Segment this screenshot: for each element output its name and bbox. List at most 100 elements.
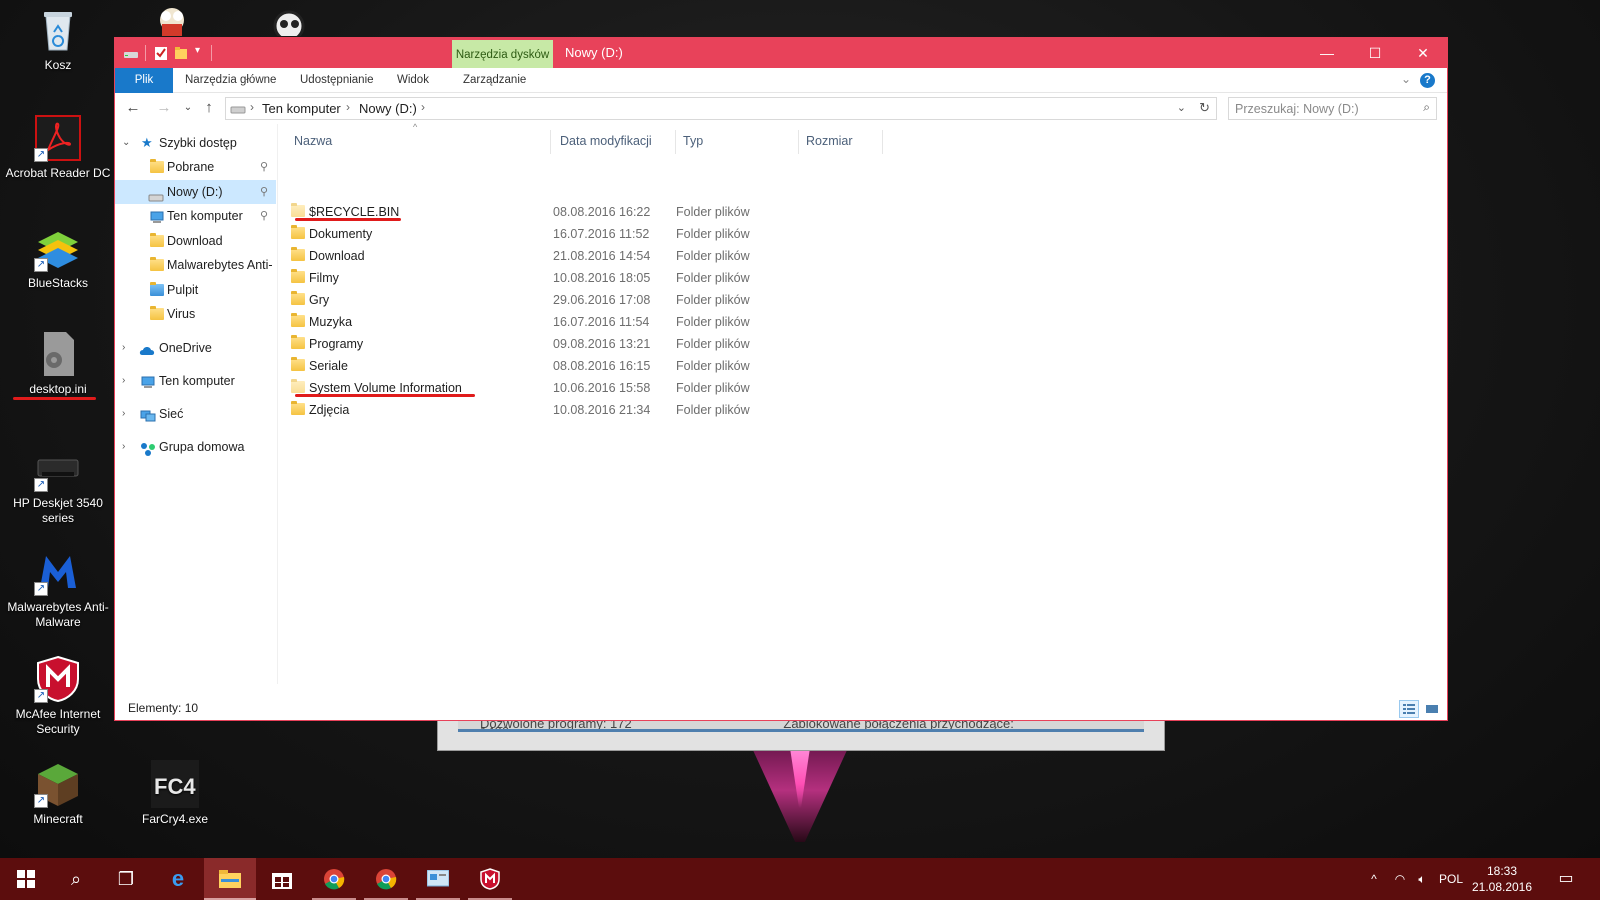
language-indicator[interactable]: POL bbox=[1436, 858, 1466, 900]
file-list: Nazwa ^ Data modyfikacji Typ Rozmiar $RE… bbox=[285, 122, 1435, 684]
show-hidden-icons-chevron-icon[interactable]: ^ bbox=[1364, 858, 1384, 900]
nav-drive-d[interactable]: Nowy (D:) ⚲ bbox=[115, 180, 276, 204]
desktop-icon-farcry4[interactable]: FC4 FarCry4.exe bbox=[122, 760, 228, 827]
breadcrumb-drive-d[interactable]: Nowy (D:) bbox=[359, 101, 417, 116]
recent-locations-icon[interactable]: ⌄ bbox=[179, 99, 197, 117]
file-row[interactable]: Seriale 08.08.2016 16:15 Folder plików bbox=[291, 355, 881, 377]
expand-chevron-icon[interactable]: › bbox=[122, 435, 125, 459]
malwarebytes-icon: ↗ bbox=[34, 548, 82, 596]
media-app-icon[interactable] bbox=[264, 8, 314, 42]
column-divider[interactable] bbox=[798, 130, 799, 154]
desktop-icon-acrobat[interactable]: ↗ Acrobat Reader DC bbox=[5, 114, 111, 181]
column-header-name[interactable]: Nazwa bbox=[294, 124, 332, 158]
task-view-icon[interactable]: ❐ bbox=[100, 858, 152, 900]
desktop-icon-recycle-bin[interactable]: Kosz bbox=[5, 6, 111, 73]
volume-icon[interactable]: 🔈︎ bbox=[1412, 858, 1432, 900]
properties-icon[interactable] bbox=[153, 45, 169, 61]
file-row[interactable]: Download 21.08.2016 14:54 Folder plików bbox=[291, 245, 881, 267]
title-bar[interactable]: ▾ Narzędzia dysków Nowy (D:) — ☐ ✕ bbox=[115, 38, 1447, 68]
expand-chevron-icon[interactable]: › bbox=[122, 336, 125, 360]
column-header-type[interactable]: Typ bbox=[683, 124, 703, 158]
tab-share[interactable]: Udostępnianie bbox=[300, 68, 374, 93]
clock[interactable]: 18:33 21.08.2016 bbox=[1467, 863, 1537, 895]
column-divider[interactable] bbox=[675, 130, 676, 154]
context-tab-disk-tools[interactable]: Narzędzia dysków bbox=[452, 40, 553, 68]
nav-malwarebytes[interactable]: Malwarebytes Anti- bbox=[115, 253, 276, 277]
desktop-icon-mcafee[interactable]: ↗ McAfee Internet Security bbox=[5, 655, 111, 737]
search-input[interactable] bbox=[1235, 100, 1410, 117]
new-folder-icon[interactable] bbox=[173, 45, 189, 61]
store-icon[interactable] bbox=[256, 858, 308, 900]
address-dropdown-icon[interactable]: ⌄ bbox=[1177, 101, 1186, 114]
column-divider[interactable] bbox=[882, 130, 883, 154]
file-row[interactable]: Zdjęcia 10.08.2016 21:34 Folder plików bbox=[291, 399, 881, 421]
nav-download[interactable]: Download bbox=[115, 229, 276, 253]
desktop-icon-malwarebytes[interactable]: ↗ Malwarebytes Anti-Malware bbox=[5, 548, 111, 630]
chrome-icon[interactable] bbox=[308, 858, 360, 900]
tab-home[interactable]: Narzędzia główne bbox=[185, 68, 276, 93]
edge-icon[interactable]: e bbox=[152, 858, 204, 900]
file-row[interactable]: Gry 29.06.2016 17:08 Folder plików bbox=[291, 289, 881, 311]
file-row[interactable]: Programy 09.08.2016 13:21 Folder plików bbox=[291, 333, 881, 355]
network-wifi-icon[interactable]: ◠ bbox=[1390, 858, 1410, 900]
nav-downloads[interactable]: Pobrane ⚲ bbox=[115, 155, 276, 179]
drive-icon bbox=[230, 103, 246, 118]
column-divider[interactable] bbox=[550, 130, 551, 154]
nav-quick-access[interactable]: ⌄ ★ Szybki dostęp bbox=[115, 131, 276, 155]
address-field[interactable]: › Ten komputer › Nowy (D:) › ⌄ ↻ bbox=[225, 97, 1217, 120]
desktop-icon-bluestacks[interactable]: ↗ BlueStacks bbox=[5, 224, 111, 291]
search-box[interactable]: ⌕ bbox=[1228, 97, 1437, 120]
close-button[interactable]: ✕ bbox=[1399, 38, 1447, 68]
nav-virus[interactable]: Virus bbox=[115, 302, 276, 326]
large-icons-view-button[interactable] bbox=[1422, 700, 1442, 718]
mcafee-icon[interactable] bbox=[464, 858, 516, 900]
file-date: 08.08.2016 16:22 bbox=[553, 205, 651, 219]
column-header-size[interactable]: Rozmiar bbox=[806, 124, 853, 158]
refresh-icon[interactable]: ↻ bbox=[1199, 100, 1210, 116]
column-header-date[interactable]: Data modyfikacji bbox=[560, 124, 652, 158]
qat-dropdown-icon[interactable]: ▾ bbox=[195, 45, 200, 61]
drive-quick-icon[interactable] bbox=[123, 45, 139, 61]
minimize-button[interactable]: — bbox=[1303, 38, 1351, 68]
expand-chevron-icon[interactable]: › bbox=[122, 402, 125, 426]
search-icon[interactable]: ⌕ bbox=[50, 858, 102, 900]
pin-icon[interactable]: ⚲ bbox=[260, 180, 268, 204]
desktop-icon-hp-deskjet[interactable]: ↗ HP Deskjet 3540 series bbox=[5, 444, 111, 526]
popcorn-app-icon[interactable] bbox=[152, 6, 192, 36]
pin-icon[interactable]: ⚲ bbox=[260, 204, 268, 228]
collapse-chevron-icon[interactable]: ⌄ bbox=[122, 131, 130, 155]
file-explorer-icon[interactable] bbox=[204, 858, 256, 900]
nav-network[interactable]: › Sieć bbox=[115, 402, 276, 426]
up-arrow-icon[interactable]: ↑ bbox=[200, 99, 218, 117]
breadcrumb-this-pc[interactable]: Ten komputer bbox=[262, 101, 341, 116]
search-icon[interactable]: ⌕ bbox=[1423, 100, 1430, 115]
file-row[interactable]: Dokumenty 16.07.2016 11:52 Folder plików bbox=[291, 223, 881, 245]
action-center-icon[interactable]: ▭ bbox=[1552, 858, 1580, 900]
folder-icon bbox=[291, 203, 305, 217]
control-panel-icon[interactable] bbox=[412, 858, 464, 900]
maximize-button[interactable]: ☐ bbox=[1351, 38, 1399, 68]
chrome-icon[interactable] bbox=[360, 858, 412, 900]
nav-desktop[interactable]: Pulpit bbox=[115, 278, 276, 302]
nav-this-pc[interactable]: › Ten komputer bbox=[115, 369, 276, 393]
forward-arrow-icon[interactable]: → bbox=[155, 99, 173, 117]
desktop-icon-desktop-ini[interactable]: desktop.ini bbox=[5, 330, 111, 397]
nav-homegroup[interactable]: › Grupa domowa bbox=[115, 435, 276, 459]
desktop-icon-minecraft[interactable]: ↗ Minecraft bbox=[5, 760, 111, 827]
file-row[interactable]: Filmy 10.08.2016 18:05 Folder plików bbox=[291, 267, 881, 289]
help-icon[interactable]: ? bbox=[1420, 73, 1435, 88]
expand-chevron-icon[interactable]: › bbox=[122, 369, 125, 393]
nav-this-pc-pinned[interactable]: Ten komputer ⚲ bbox=[115, 204, 276, 228]
back-arrow-icon[interactable]: ← bbox=[124, 99, 142, 117]
expand-ribbon-icon[interactable]: ⌄ bbox=[1401, 72, 1411, 86]
details-view-button[interactable] bbox=[1399, 700, 1419, 718]
tab-manage[interactable]: Zarządzanie bbox=[463, 68, 526, 93]
tab-file[interactable]: Plik bbox=[115, 68, 173, 93]
start-icon[interactable] bbox=[0, 858, 52, 900]
desktop-icon-label: Acrobat Reader DC bbox=[5, 166, 111, 180]
window-title: Nowy (D:) bbox=[565, 45, 623, 60]
nav-onedrive[interactable]: › OneDrive bbox=[115, 336, 276, 360]
pin-icon[interactable]: ⚲ bbox=[260, 155, 268, 179]
tab-view[interactable]: Widok bbox=[397, 68, 429, 93]
file-row[interactable]: Muzyka 16.07.2016 11:54 Folder plików bbox=[291, 311, 881, 333]
